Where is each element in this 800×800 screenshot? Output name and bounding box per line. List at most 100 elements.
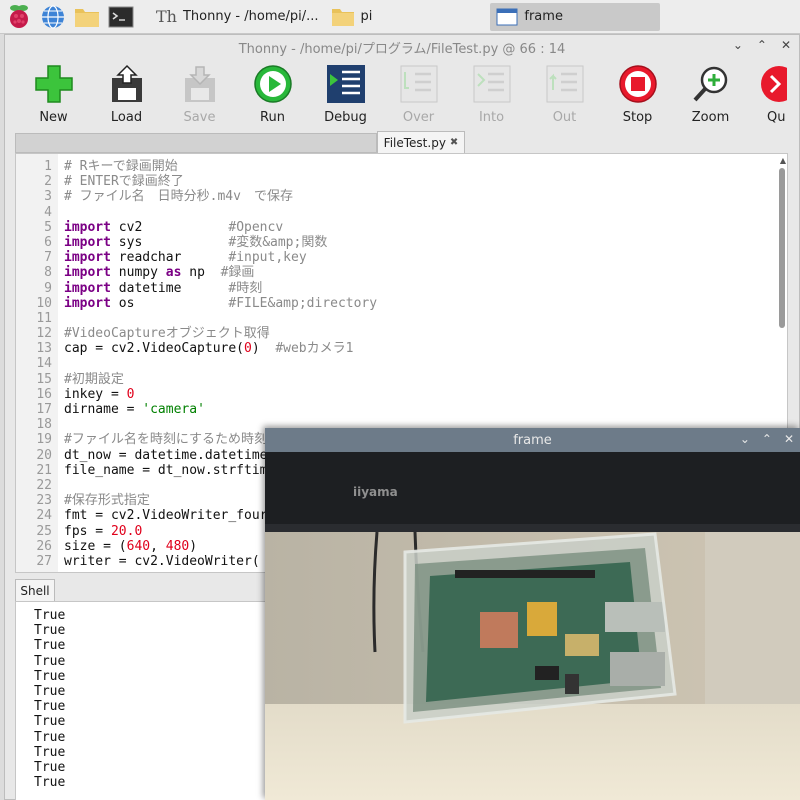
code-text: import readchar #input,key <box>52 250 307 265</box>
code-token: numpy <box>110 265 166 281</box>
code-token: #VideoCaptureオブジェクト取得 <box>64 326 270 342</box>
taskbar-task-frame[interactable]: frame <box>490 2 661 31</box>
taskbar-task-label: Thonny - /home/pi/... <box>182 9 319 24</box>
code-line: 7 import readchar #input,key <box>16 250 787 265</box>
taskbar-task-thonny[interactable]: Th Thonny - /home/pi/... <box>150 3 325 31</box>
code-token: #Opencv <box>228 219 284 235</box>
line-number: 21 <box>36 462 52 478</box>
line-number: 8 <box>44 265 52 281</box>
code-token: # Rキーで録画開始 <box>64 159 178 174</box>
code-token: cap = cv2.VideoCapture( <box>64 341 245 357</box>
code-line: 11 <box>16 311 787 326</box>
code-line: 6 import sys #変数&amp;関数 <box>16 235 787 250</box>
code-text: dt_now = datetime.datetime <box>52 448 268 463</box>
quit-button[interactable]: Qu <box>747 59 787 125</box>
line-number: 7 <box>44 250 52 266</box>
frame-close-button[interactable]: ✕ <box>784 432 794 446</box>
code-line: 10 import os #FILE&amp;directory <box>16 296 787 311</box>
step-out-button[interactable]: Out <box>528 59 601 125</box>
step-into-button[interactable]: Into <box>455 59 528 125</box>
code-line: 14 <box>16 356 787 371</box>
zoom-button[interactable]: Zoom <box>674 59 747 125</box>
stop-button[interactable]: Stop <box>601 59 674 125</box>
shell-line: True <box>34 668 66 684</box>
save-label: Save <box>183 110 216 125</box>
line-number: 2 <box>44 174 52 190</box>
code-text: # Rキーで録画開始 <box>52 159 178 174</box>
code-line: 13 cap = cv2.VideoCapture(0) #webカメラ1 <box>16 341 787 356</box>
code-token: import <box>64 280 111 296</box>
raspberry-pi-case <box>403 532 677 724</box>
code-token: file_name = dt_now.strftime <box>64 462 276 478</box>
step-over-button[interactable]: Over <box>382 59 455 125</box>
thonny-titlebar[interactable]: Thonny - /home/pi/プログラム/FileTest.py @ 66… <box>5 35 799 59</box>
code-text: #VideoCaptureオブジェクト取得 <box>52 326 270 341</box>
code-line: 1 # Rキーで録画開始 <box>16 159 787 174</box>
tab-close-icon[interactable]: ✖ <box>450 137 458 148</box>
shell-line: True <box>34 683 66 699</box>
line-number: 17 <box>36 402 52 417</box>
code-line: 3 # ファイル名 日時分秒.m4v で保存 <box>16 189 787 204</box>
shell-line: True <box>34 775 66 791</box>
close-button[interactable]: ✕ <box>781 38 791 52</box>
line-number: 20 <box>36 447 52 463</box>
shell-line: True <box>34 653 66 669</box>
code-text: import cv2 #Opencv <box>52 220 283 235</box>
code-line: 9 import datetime #時刻 <box>16 281 787 296</box>
run-label: Run <box>260 110 285 125</box>
editor-tabbar: FileTest.py ✖ <box>15 131 465 153</box>
line-number: 3 <box>44 189 52 205</box>
load-label: Load <box>110 110 143 125</box>
editor-scrollbar[interactable] <box>779 168 785 328</box>
web-browser-icon[interactable] <box>38 2 68 32</box>
line-number: 24 <box>36 508 52 524</box>
minimize-button[interactable]: ⌄ <box>733 38 743 52</box>
code-token: os <box>110 295 229 311</box>
terminal-icon[interactable] <box>106 2 136 32</box>
code-token: #録画 <box>220 265 255 281</box>
raspberry-menu-icon[interactable] <box>4 2 34 32</box>
taskbar-task-label: pi <box>360 9 373 24</box>
frame-maximize-button[interactable]: ⌃ <box>762 432 772 446</box>
shell-line: True <box>34 638 66 654</box>
code-text: file_name = dt_now.strftime <box>52 463 275 478</box>
taskbar-task-label: frame <box>524 9 563 24</box>
shell-line: True <box>34 623 66 639</box>
frame-titlebar[interactable]: frame ⌄ ⌃ ✕ <box>265 428 800 452</box>
maximize-button[interactable]: ⌃ <box>757 38 767 52</box>
scroll-up-icon[interactable]: ▲ <box>780 156 786 165</box>
tab-filetest[interactable]: FileTest.py ✖ <box>377 131 465 153</box>
shell-line: True <box>34 714 66 730</box>
tab-shell[interactable]: Shell <box>15 579 55 601</box>
code-text: writer = cv2.VideoWriter( <box>52 554 260 569</box>
code-token: #ファイル名を時刻にするため時刻 <box>64 432 267 448</box>
code-text: # ENTERで録画終了 <box>52 174 184 189</box>
zoom-icon <box>693 66 727 102</box>
save-icon <box>184 66 215 102</box>
code-line: 15 #初期設定 <box>16 372 787 387</box>
run-button[interactable]: Run <box>236 59 309 125</box>
file-manager-icon[interactable] <box>72 2 102 32</box>
code-line: 8 import numpy as np #録画 <box>16 265 787 280</box>
window-title: Thonny - /home/pi/プログラム/FileTest.py @ 66… <box>238 41 566 57</box>
code-token: import <box>64 219 111 235</box>
taskbar-task-pi[interactable]: pi <box>325 3 379 31</box>
code-token: 0 <box>126 386 135 402</box>
tab-label: FileTest.py <box>383 135 446 150</box>
code-text: inkey = 0 <box>52 387 134 402</box>
code-token: 0 <box>244 341 252 357</box>
code-text: cap = cv2.VideoCapture(0) #webカメラ1 <box>52 341 353 356</box>
line-number: 10 <box>36 295 52 311</box>
code-token: #時刻 <box>228 280 263 296</box>
new-label: New <box>39 110 68 125</box>
toolbar: New Load Save Run Debug Over Into Out St… <box>5 59 799 129</box>
new-button[interactable]: New <box>17 59 90 125</box>
code-token: fps = <box>64 523 111 539</box>
save-button[interactable]: Save <box>163 59 236 125</box>
frame-minimize-button[interactable]: ⌄ <box>740 432 750 446</box>
code-token: import <box>64 234 111 250</box>
load-button[interactable]: Load <box>90 59 163 125</box>
step-into-icon <box>473 65 510 103</box>
debug-button[interactable]: Debug <box>309 59 382 125</box>
